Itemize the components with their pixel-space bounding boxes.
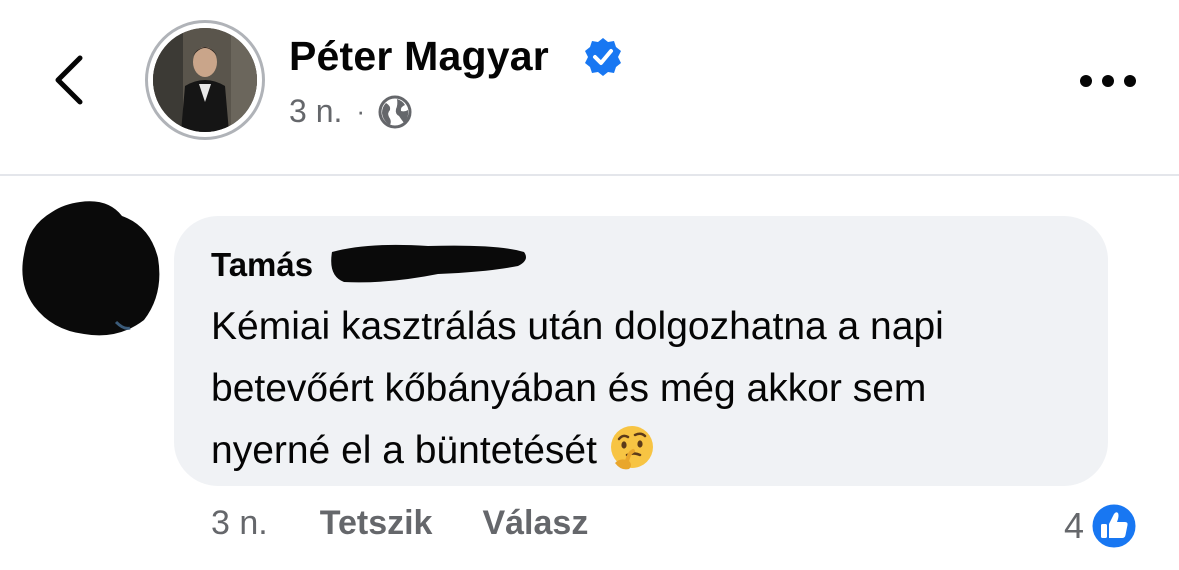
post-timestamp[interactable]: 3 n.	[289, 93, 342, 130]
comment-author[interactable]: Tamás	[211, 246, 313, 284]
comment-line-2: betevőért kőbányában és még akkor sem	[211, 367, 927, 410]
page-avatar[interactable]	[145, 20, 265, 140]
commenter-avatar-redacted[interactable]	[18, 198, 163, 338]
like-thumb-icon	[1089, 501, 1139, 551]
meta-separator: ·	[356, 96, 366, 126]
comment-line-1: Kémiai kasztrálás után dolgozhatna a nap…	[211, 305, 944, 348]
reaction-count: 4	[1064, 505, 1085, 546]
reaction-summary[interactable]: 4	[1064, 500, 1140, 552]
verified-badge-icon	[585, 38, 621, 76]
page-avatar-image	[153, 28, 257, 132]
comment-actions: 3 n. Tetszik Válasz	[211, 504, 588, 543]
post-meta: 3 n. ·	[289, 93, 413, 130]
reply-button[interactable]: Válasz	[482, 504, 588, 543]
comment-line-3-wrapper: nyerné el a büntetését	[211, 420, 1091, 482]
comment-text: Kémiai kasztrálás után dolgozhatna a nap…	[211, 296, 1091, 482]
comment-line-3: nyerné el a büntetését	[211, 429, 597, 472]
post-header: Péter Magyar 3 n. ·	[0, 0, 1179, 176]
like-button[interactable]: Tetszik	[320, 504, 433, 543]
back-chevron-icon[interactable]	[40, 50, 100, 110]
comment-timestamp[interactable]: 3 n.	[211, 504, 268, 543]
thinking-face-emoji-icon	[610, 426, 653, 470]
globe-icon[interactable]	[377, 94, 413, 130]
page-name[interactable]: Péter Magyar	[289, 33, 549, 80]
author-name-redaction	[331, 244, 526, 283]
more-options-icon[interactable]	[1078, 66, 1138, 96]
